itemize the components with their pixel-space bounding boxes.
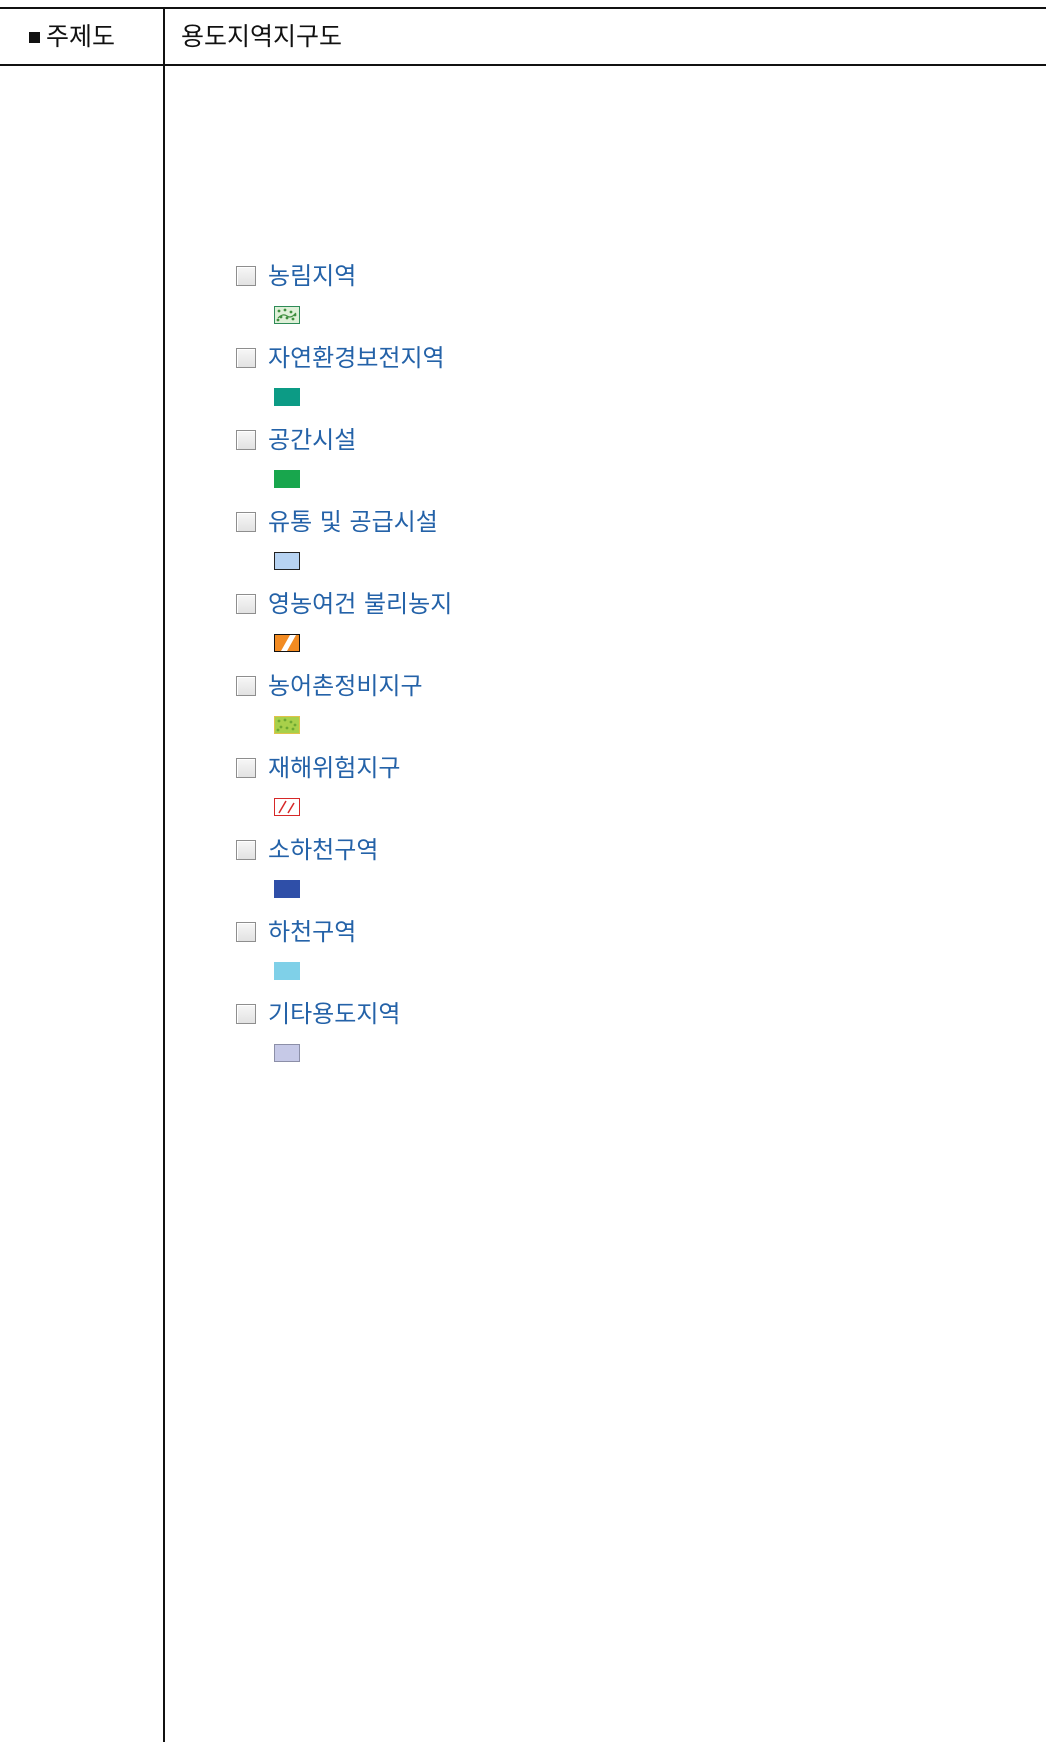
legend-row: 농어촌정비지구 [236, 670, 936, 702]
legend-item: 공간시설 [236, 424, 936, 506]
legend-swatch-graphic [274, 388, 300, 406]
layer-checkbox[interactable] [236, 430, 256, 450]
theme-map-label-text: 주제도 [46, 22, 116, 51]
legend-swatch-graphic [274, 470, 300, 488]
layer-link[interactable]: 재해위험지구 [268, 752, 400, 784]
header-bottom-border [0, 64, 1046, 66]
legend-swatch-graphic [274, 880, 300, 898]
legend-swatch-graphic [274, 716, 300, 734]
layer-link[interactable]: 영농여건 불리농지 [268, 588, 452, 620]
layer-checkbox[interactable] [236, 840, 256, 860]
legend-row: 영농여건 불리농지 [236, 588, 936, 620]
legend-swatch-graphic [274, 798, 300, 816]
legend-row: 유통 및 공급시설 [236, 506, 936, 538]
legend-swatch-graphic [274, 634, 300, 652]
layer-checkbox[interactable] [236, 922, 256, 942]
legend-swatch [274, 880, 300, 898]
legend-swatch [274, 962, 300, 980]
layer-checkbox[interactable] [236, 594, 256, 614]
legend-row: 하천구역 [236, 916, 936, 948]
layer-link[interactable]: 농어촌정비지구 [268, 670, 423, 702]
legend-swatch [274, 716, 300, 734]
legend-swatch-graphic [274, 306, 300, 324]
square-bullet-icon [29, 31, 40, 43]
legend-swatch [274, 306, 300, 324]
legend-item: 재해위험지구 [236, 752, 936, 834]
legend-swatch-graphic [274, 1044, 300, 1062]
legend-swatch [274, 634, 300, 652]
layer-link[interactable]: 공간시설 [268, 424, 356, 456]
legend-swatch [274, 470, 300, 488]
layer-checkbox[interactable] [236, 1004, 256, 1024]
legend-item: 영농여건 불리농지 [236, 588, 936, 670]
column-divider [163, 8, 165, 1742]
layer-checkbox[interactable] [236, 266, 256, 286]
top-border [0, 7, 1046, 9]
legend-item: 하천구역 [236, 916, 936, 998]
layer-checkbox[interactable] [236, 676, 256, 696]
legend-row: 농림지역 [236, 260, 936, 292]
legend-row: 기타용도지역 [236, 998, 936, 1030]
legend-item: 유통 및 공급시설 [236, 506, 936, 588]
legend-item: 기타용도지역 [236, 998, 936, 1080]
legend-swatch [274, 1044, 300, 1062]
layer-legend: 농림지역자연환경보전지역공간시설유통 및 공급시설영농여건 불리농지농어촌정비지… [236, 260, 936, 1080]
layer-checkbox[interactable] [236, 348, 256, 368]
legend-row: 재해위험지구 [236, 752, 936, 784]
layer-link[interactable]: 소하천구역 [268, 834, 378, 866]
legend-swatch [274, 798, 300, 816]
legend-item: 소하천구역 [236, 834, 936, 916]
layer-link[interactable]: 기타용도지역 [268, 998, 400, 1030]
legend-swatch [274, 552, 300, 570]
layer-link[interactable]: 농림지역 [268, 260, 356, 292]
legend-item: 농어촌정비지구 [236, 670, 936, 752]
legend-swatch-graphic [274, 552, 300, 570]
layer-link[interactable]: 자연환경보전지역 [268, 342, 445, 374]
theme-map-title: 용도지역지구도 [181, 22, 343, 51]
legend-swatch-graphic [274, 962, 300, 980]
theme-map-label: 주제도 [29, 20, 115, 54]
legend-row: 공간시설 [236, 424, 936, 456]
layer-checkbox[interactable] [236, 758, 256, 778]
layer-link[interactable]: 유통 및 공급시설 [268, 506, 438, 538]
layer-checkbox[interactable] [236, 512, 256, 532]
legend-row: 소하천구역 [236, 834, 936, 866]
legend-item: 농림지역 [236, 260, 936, 342]
legend-row: 자연환경보전지역 [236, 342, 936, 374]
legend-item: 자연환경보전지역 [236, 342, 936, 424]
legend-swatch [274, 388, 300, 406]
layer-link[interactable]: 하천구역 [268, 916, 356, 948]
